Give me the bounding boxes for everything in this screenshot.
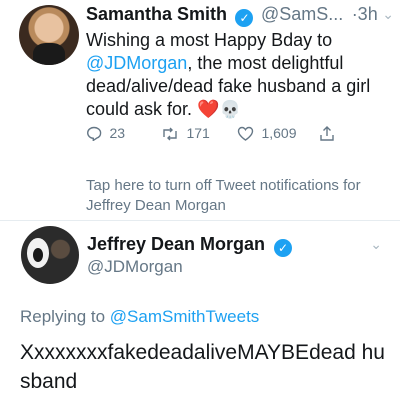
reply-text: XxxxxxxxfakedeadaliveMAYBEdead husband — [20, 341, 385, 393]
reply-author-name[interactable]: Jeffrey Dean Morgan — [87, 234, 265, 254]
like-count: 1,609 — [261, 125, 297, 141]
tweet-time: ·3h — [351, 4, 378, 24]
reply-count: 23 — [109, 125, 126, 141]
tweet-actions: 23 171 1,609 — [86, 125, 346, 147]
reply-author-handle[interactable]: @JDMorgan — [87, 257, 183, 277]
tweet-text-before: Wishing a most Happy Bday to — [86, 30, 333, 50]
author-avatar[interactable] — [19, 5, 79, 65]
reply-button[interactable]: 23 — [86, 125, 125, 144]
mention-link[interactable]: @JDMorgan — [86, 53, 187, 73]
verified-badge-icon: ✓ — [235, 9, 254, 27]
like-button[interactable]: 1,609 — [237, 125, 297, 144]
author-name[interactable]: Samantha Smith — [86, 4, 227, 24]
replying-prefix: Replying to — [20, 307, 110, 326]
chevron-down-icon[interactable]: ⌄ — [370, 236, 382, 253]
retweet-count: 171 — [186, 125, 210, 141]
retweet-button[interactable]: 171 — [161, 125, 210, 144]
replying-handle-link[interactable]: @SamSmithTweets — [110, 307, 260, 326]
tweet-header: Samantha Smith ✓ @SamS... ·3h — [86, 4, 390, 27]
share-icon — [319, 126, 335, 143]
verified-badge-icon: ✓ — [274, 239, 293, 257]
divider — [0, 220, 400, 221]
chevron-down-icon[interactable]: ⌄ — [382, 6, 394, 23]
tweet-text: Wishing a most Happy Bday to @JDMorgan, … — [86, 29, 386, 121]
heart-emoji: ❤️ — [197, 99, 220, 119]
retweet-icon — [161, 126, 183, 143]
share-button[interactable] — [319, 125, 338, 144]
heart-icon — [237, 126, 258, 143]
skull-emoji: 💀 — [219, 100, 241, 119]
reply-author-header: Jeffrey Dean Morgan ✓ — [87, 234, 293, 257]
reply-icon — [86, 126, 106, 143]
tweet-card[interactable]: Samantha Smith ✓ @SamS... ·3h ⌄ Wishing … — [0, 0, 400, 218]
author-handle[interactable]: @SamS... — [261, 4, 343, 24]
replying-to: Replying to @SamSmithTweets — [20, 307, 259, 327]
notification-toggle-link[interactable]: Tap here to turn off Tweet notifications… — [86, 176, 386, 216]
reply-author-avatar[interactable] — [21, 226, 79, 284]
